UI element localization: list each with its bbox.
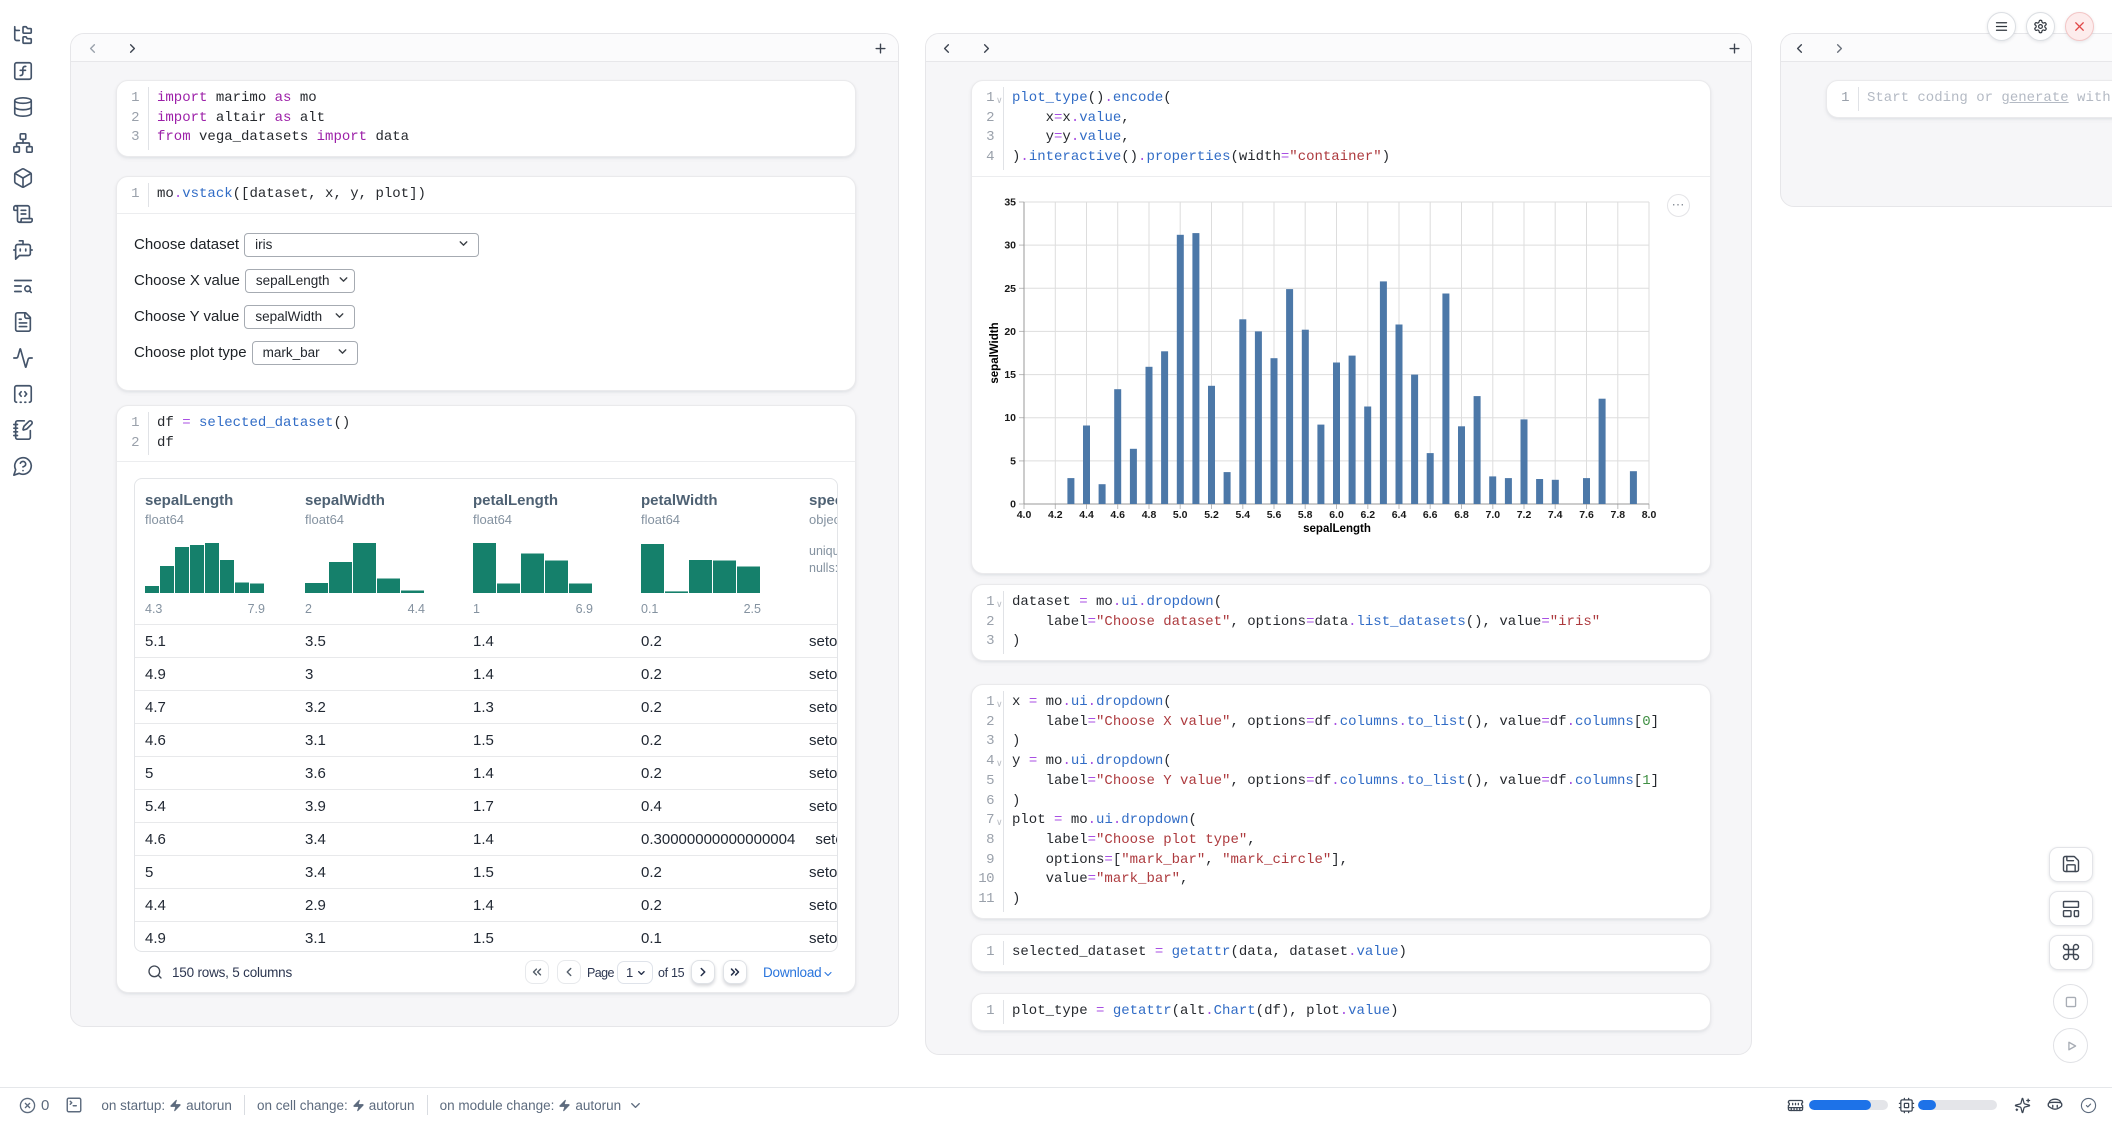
svg-text:5.0: 5.0 xyxy=(1173,509,1188,521)
svg-text:7.6: 7.6 xyxy=(1579,509,1594,521)
svg-text:5.8: 5.8 xyxy=(1298,509,1313,521)
svg-text:sepalLength: sepalLength xyxy=(1303,523,1371,535)
svg-text:7.0: 7.0 xyxy=(1485,509,1500,521)
svg-text:6.4: 6.4 xyxy=(1392,509,1407,521)
svg-text:7.4: 7.4 xyxy=(1548,509,1563,521)
svg-text:sepalWidth: sepalWidth xyxy=(989,322,1001,383)
svg-text:8.0: 8.0 xyxy=(1642,509,1657,521)
svg-text:25: 25 xyxy=(1004,283,1016,295)
svg-text:15: 15 xyxy=(1004,369,1016,381)
svg-text:4.6: 4.6 xyxy=(1110,509,1125,521)
svg-text:6.8: 6.8 xyxy=(1454,509,1469,521)
svg-text:6.0: 6.0 xyxy=(1329,509,1344,521)
svg-text:7.8: 7.8 xyxy=(1610,509,1625,521)
svg-text:4.2: 4.2 xyxy=(1048,509,1063,521)
svg-text:10: 10 xyxy=(1004,412,1016,424)
svg-text:5.4: 5.4 xyxy=(1235,509,1250,521)
svg-text:30: 30 xyxy=(1004,239,1016,251)
svg-text:7.2: 7.2 xyxy=(1517,509,1532,521)
svg-text:5.6: 5.6 xyxy=(1267,509,1282,521)
svg-text:5.2: 5.2 xyxy=(1204,509,1219,521)
svg-text:20: 20 xyxy=(1004,326,1016,338)
svg-text:4.4: 4.4 xyxy=(1079,509,1094,521)
svg-text:0: 0 xyxy=(1010,498,1016,510)
svg-text:35: 35 xyxy=(1004,196,1016,208)
svg-text:4.8: 4.8 xyxy=(1142,509,1157,521)
svg-text:4.0: 4.0 xyxy=(1017,509,1032,521)
svg-text:6.6: 6.6 xyxy=(1423,509,1438,521)
svg-text:6.2: 6.2 xyxy=(1360,509,1375,521)
svg-text:5: 5 xyxy=(1010,455,1016,467)
